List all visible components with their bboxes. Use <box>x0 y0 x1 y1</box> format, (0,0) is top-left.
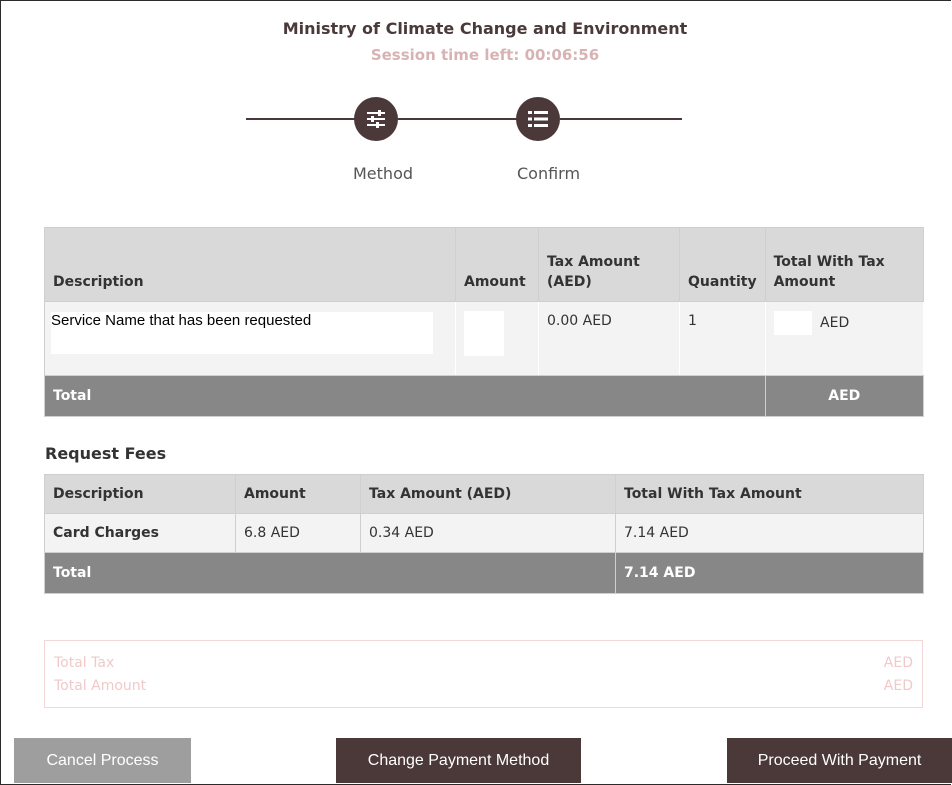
total-tax-label: Total Tax <box>54 655 115 671</box>
fees-table: Description Amount Tax Amount (AED) Tota… <box>44 474 924 594</box>
stepper-line-right <box>560 118 682 120</box>
row-total-cell: AED <box>764 301 925 376</box>
proceed-with-payment-button[interactable]: Proceed With Payment <box>727 738 952 783</box>
step-method[interactable] <box>354 97 398 141</box>
row-quantity: 1 <box>679 301 766 376</box>
fees-footer-row: Total 7.14 AED <box>44 552 924 594</box>
row-amount-cell <box>455 301 539 376</box>
fees-col-tax: Tax Amount (AED) <box>360 474 616 514</box>
footer-value: AED <box>764 375 925 417</box>
step-confirm[interactable] <box>516 97 560 141</box>
row-amount <box>464 311 504 356</box>
table-row: Service Name that has been requested 0.0… <box>44 301 925 376</box>
col-quantity: Quantity <box>679 227 766 302</box>
col-total: Total With Tax Amount <box>764 227 925 302</box>
fees-footer-value: 7.14 AED <box>615 552 924 594</box>
fees-row-total: 7.14 AED <box>615 513 924 553</box>
list-icon <box>528 111 548 127</box>
summary-total-amount: Total Amount AED <box>54 678 913 698</box>
table-footer-row: Total AED <box>44 375 925 417</box>
row-tax: 0.00 AED <box>538 301 680 376</box>
col-amount: Amount <box>455 227 539 302</box>
request-fees-title: Request Fees <box>45 444 167 463</box>
fees-row-tax: 0.34 AED <box>360 513 616 553</box>
step-label-confirm: Confirm <box>517 164 581 183</box>
total-tax-value: AED <box>883 655 913 671</box>
total-amount-value: AED <box>883 678 913 694</box>
fees-col-description: Description <box>44 474 236 514</box>
total-amount-label: Total Amount <box>54 678 147 694</box>
page-title: Ministry of Climate Change and Environme… <box>282 19 688 38</box>
fees-header-row: Description Amount Tax Amount (AED) Tota… <box>44 474 924 514</box>
fees-col-total: Total With Tax Amount <box>615 474 924 514</box>
fees-row-amount: 6.8 AED <box>235 513 361 553</box>
stepper-line-left <box>246 118 356 120</box>
table-header-row: Description Amount Tax Amount (AED) Quan… <box>44 227 925 302</box>
cancel-process-button[interactable]: Cancel Process <box>14 738 191 783</box>
row-description-cell: Service Name that has been requested <box>44 301 456 376</box>
fees-footer-label: Total <box>44 552 616 594</box>
step-label-method: Method <box>353 164 414 183</box>
summary-box: Total Tax AED Total Amount AED <box>44 640 923 708</box>
stepper-line-middle <box>398 118 518 120</box>
col-tax: Tax Amount (AED) <box>538 227 680 302</box>
fees-col-amount: Amount <box>235 474 361 514</box>
redacted-value <box>773 311 812 335</box>
col-description: Description <box>44 227 456 302</box>
row-total: AED <box>820 315 850 331</box>
summary-total-tax: Total Tax AED <box>54 655 913 675</box>
change-payment-method-button[interactable]: Change Payment Method <box>336 738 581 783</box>
sliders-icon <box>367 110 385 128</box>
service-table: Description Amount Tax Amount (AED) Quan… <box>44 227 925 417</box>
session-timer: Session time left: 00:06:56 <box>370 46 600 64</box>
table-row: Card Charges 6.8 AED 0.34 AED 7.14 AED <box>44 513 924 553</box>
fees-row-description: Card Charges <box>44 513 236 553</box>
footer-label: Total <box>44 375 766 417</box>
service-name: Service Name that has been requested <box>51 312 433 354</box>
